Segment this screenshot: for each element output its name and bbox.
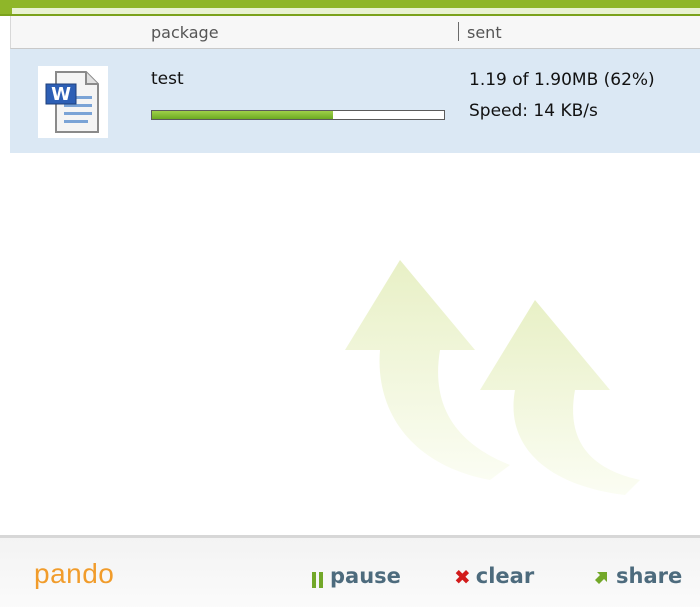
package-name: test xyxy=(151,69,184,89)
close-icon: ✖ xyxy=(454,565,471,589)
transfer-row[interactable]: W test 1.19 of 1.90MB (62%) Speed: 14 KB… xyxy=(10,49,700,153)
sent-amount: 1.19 of 1.90MB (62%) xyxy=(469,70,655,90)
share-label: share xyxy=(616,564,683,588)
share-arrow-icon xyxy=(595,572,607,584)
pando-logo: pando xyxy=(34,558,115,589)
arrows-watermark-icon xyxy=(345,260,640,495)
progress-fill xyxy=(152,111,334,119)
clear-label: clear xyxy=(475,564,535,588)
sent-column-header[interactable]: sent xyxy=(467,23,502,42)
top-accent-inner xyxy=(12,8,700,14)
top-accent-bar xyxy=(0,0,700,16)
share-button[interactable]: share xyxy=(594,564,682,588)
transfer-list-header: package sent xyxy=(10,16,700,49)
pause-label: pause xyxy=(330,564,401,588)
word-document-icon: W xyxy=(38,66,108,138)
pando-window: package sent W test 1.19 of 1.90MB (62%)… xyxy=(0,0,700,607)
package-column-header[interactable]: package xyxy=(151,23,219,42)
transfer-speed: Speed: 14 KB/s xyxy=(469,101,598,121)
column-separator xyxy=(458,22,459,41)
clear-button[interactable]: ✖ clear xyxy=(454,564,534,589)
progress-bar xyxy=(151,110,445,120)
footer-bar: pando pause ✖ clear share xyxy=(0,535,700,607)
svg-text:W: W xyxy=(51,84,71,105)
pause-button[interactable]: pause xyxy=(312,564,401,588)
pause-icon xyxy=(312,569,324,588)
